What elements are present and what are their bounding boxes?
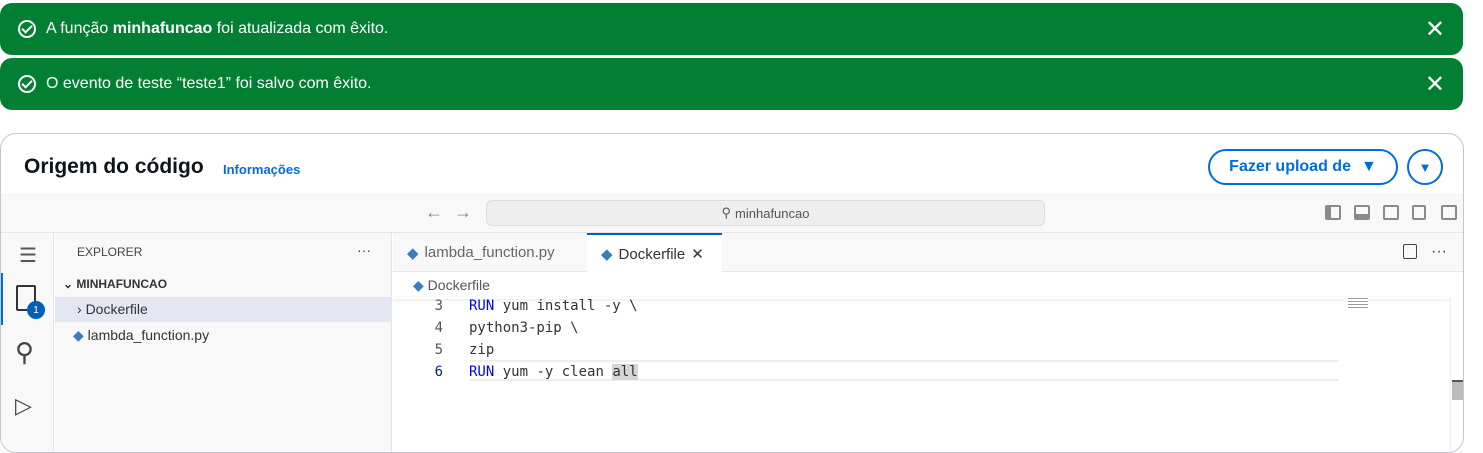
code-line: python3-pip \	[469, 320, 579, 336]
explorer-title: EXPLORER	[77, 245, 143, 259]
success-banner: O evento de teste “teste1” foi salvo com…	[0, 58, 1463, 110]
tab-label: Dockerfile	[618, 245, 686, 263]
check-circle-icon	[18, 75, 36, 93]
check-circle-icon	[18, 20, 36, 38]
run-debug-icon[interactable]: ▷	[15, 393, 32, 419]
dropdown-button[interactable]: ▼	[1407, 149, 1443, 185]
customize-layout-icon[interactable]	[1412, 205, 1426, 220]
toggle-panel-icon[interactable]	[1354, 205, 1370, 220]
python-icon: ◆	[73, 327, 84, 343]
close-icon[interactable]: ✕	[1425, 70, 1445, 99]
close-icon[interactable]: ✕	[691, 245, 704, 263]
menu-icon[interactable]: ☰	[19, 243, 37, 268]
split-editor-icon[interactable]	[1403, 244, 1417, 259]
line-number: 4	[434, 320, 443, 336]
file-item[interactable]: ◆ lambda_function.py	[73, 327, 209, 344]
activity-bar: ☰ 1 ⚲ ▷	[1, 233, 54, 452]
upload-label: Fazer upload de	[1229, 158, 1351, 175]
more-actions-button[interactable]: ···	[1431, 243, 1447, 261]
more-actions-button[interactable]: ···	[357, 242, 371, 258]
explorer-panel: EXPLORER ··· ⌄ MINHAFUNCAO › Dockerfile …	[55, 233, 392, 452]
banner-text: A função minhafuncao foi atualizada com …	[46, 20, 389, 37]
file-name: Dockerfile	[85, 301, 148, 317]
folder-root[interactable]: ⌄ MINHAFUNCAO	[63, 277, 167, 291]
close-icon[interactable]: ✕	[1425, 15, 1445, 44]
tab-label: lambda_function.py	[424, 244, 555, 261]
python-icon: ◆	[407, 244, 419, 262]
code-source-panel: Origem do código Informações Fazer uploa…	[0, 133, 1464, 453]
search-icon: ⚲	[721, 205, 732, 220]
scrollbar[interactable]	[1450, 298, 1463, 452]
success-banner: A função minhafuncao foi atualizada com …	[0, 3, 1463, 55]
docker-icon: ◆	[413, 277, 424, 293]
command-search[interactable]: ⚲ minhafuncao	[486, 200, 1045, 226]
info-link[interactable]: Informações	[223, 162, 300, 177]
back-arrow-icon[interactable]: ←	[425, 202, 443, 223]
caret-down-icon: ▼	[1418, 159, 1432, 175]
badge: 1	[27, 301, 45, 319]
editor-tabs: ◆ lambda_function.py ◆ Dockerfile ✕ ···	[393, 233, 1463, 273]
ide-toolbar: ← → ⚲ minhafuncao	[1, 193, 1463, 233]
docker-icon: ◆	[601, 246, 613, 263]
file-item[interactable]: › Dockerfile	[55, 297, 391, 322]
folder-name: MINHAFUNCAO	[76, 277, 168, 291]
breadcrumb-item: Dockerfile	[427, 277, 490, 293]
code-line: RUN yum install -y \	[469, 298, 638, 314]
minimap[interactable]	[1348, 298, 1368, 309]
code-line: zip	[469, 342, 495, 358]
toggle-sidebar-icon[interactable]	[1325, 205, 1341, 220]
forward-arrow-icon[interactable]: →	[454, 202, 472, 223]
line-number: 5	[434, 342, 443, 358]
file-name: lambda_function.py	[87, 327, 210, 343]
caret-down-icon: ▼	[1360, 158, 1377, 175]
upload-button[interactable]: Fazer upload de ▼	[1208, 149, 1398, 185]
banner-text: O evento de teste “teste1” foi salvo com…	[46, 75, 372, 92]
tab-dockerfile[interactable]: ◆ Dockerfile ✕	[587, 233, 722, 273]
code-line: RUN yum -y clean all	[469, 364, 638, 380]
search-text: minhafuncao	[735, 205, 810, 221]
toggle-secondary-sidebar-icon[interactable]	[1383, 205, 1399, 220]
breadcrumb[interactable]: ◆ Dockerfile	[413, 277, 490, 294]
search-icon[interactable]: ⚲	[15, 337, 34, 368]
page-title: Origem do código	[24, 155, 204, 178]
line-number: 3	[434, 298, 443, 314]
line-number: 6	[434, 364, 443, 380]
tab-lambda-function[interactable]: ◆ lambda_function.py	[393, 233, 569, 272]
fullscreen-icon[interactable]	[1441, 205, 1457, 220]
